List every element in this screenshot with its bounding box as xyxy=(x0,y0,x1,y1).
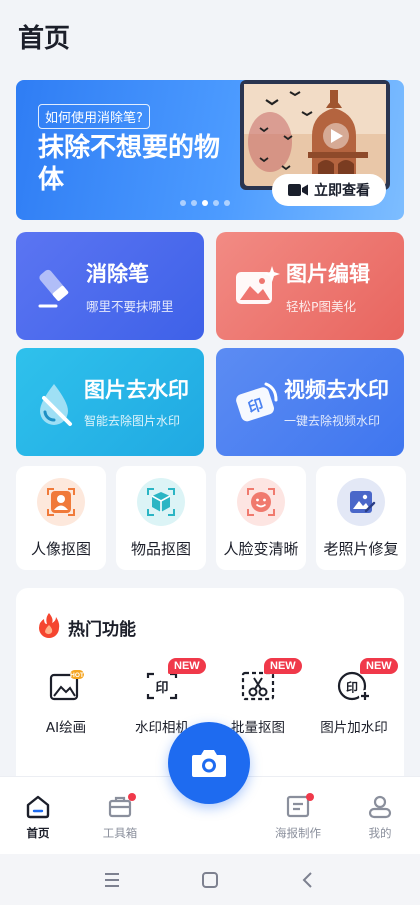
new-badge: NEW xyxy=(264,658,302,674)
new-badge: NEW xyxy=(360,658,398,674)
promo-banner[interactable]: 如何使用消除笔? 抹除不想要的物体 立即查看 xyxy=(16,80,404,220)
new-badge: NEW xyxy=(168,658,206,674)
card-subtitle: 哪里不要抹哪里 xyxy=(86,299,174,314)
banner-tag: 如何使用消除笔? xyxy=(38,104,150,129)
hot-item-label: 图片加水印 xyxy=(320,720,388,736)
photo-restore-icon xyxy=(337,478,385,526)
carousel-dot xyxy=(191,200,197,206)
feature-card-image-edit[interactable]: 图片编辑 轻松P图美化 xyxy=(216,232,404,340)
tool-portrait-cutout[interactable]: 人像抠图 xyxy=(16,466,106,570)
tool-object-cutout[interactable]: 物品抠图 xyxy=(116,466,206,570)
video-watermark-remove-icon: 印 xyxy=(236,382,278,422)
view-now-label: 立即查看 xyxy=(314,183,370,199)
svg-text:HOT: HOT xyxy=(70,672,84,679)
ai-painting-icon: HOT xyxy=(49,670,84,701)
hot-item-label: AI绘画 xyxy=(45,720,87,736)
carousel-dot-active xyxy=(202,200,208,206)
nav-toolbox[interactable]: 工具箱 xyxy=(90,793,150,849)
home-button-icon[interactable] xyxy=(199,869,221,891)
card-title: 图片去水印 xyxy=(84,378,189,402)
tool-label: 物品抠图 xyxy=(130,540,191,558)
carousel-dot xyxy=(224,200,230,206)
feature-card-video-watermark-removal[interactable]: 印 视频去水印 一键去除视频水印 xyxy=(216,348,404,456)
svg-text:印: 印 xyxy=(155,681,168,696)
tool-label: 人脸变清晰 xyxy=(223,540,299,558)
page-title: 首页 xyxy=(18,24,71,54)
system-nav-bar xyxy=(0,854,420,905)
menu-icon[interactable] xyxy=(101,869,123,891)
eraser-pen-icon xyxy=(38,269,69,308)
card-title: 图片编辑 xyxy=(286,262,370,286)
hot-item-add-watermark[interactable]: 印 NEW 图片加水印 xyxy=(308,658,400,742)
nav-label: 首页 xyxy=(26,826,50,840)
view-now-button[interactable]: 立即查看 xyxy=(272,174,386,206)
nav-label: 海报制作 xyxy=(275,826,321,840)
camera-button[interactable] xyxy=(168,722,250,804)
card-subtitle: 轻松P图美化 xyxy=(286,299,357,314)
nav-profile[interactable]: 我的 xyxy=(350,793,410,849)
object-cutout-icon xyxy=(137,478,185,526)
card-subtitle: 智能去除图片水印 xyxy=(84,414,181,428)
tool-face-enhance[interactable]: 人脸变清晰 xyxy=(216,466,306,570)
card-title: 视频去水印 xyxy=(284,378,389,402)
video-icon xyxy=(288,184,308,196)
camera-icon xyxy=(192,750,226,777)
back-icon[interactable] xyxy=(297,869,319,891)
notification-dot xyxy=(128,793,136,801)
nav-home[interactable]: 首页 xyxy=(8,793,68,849)
tool-photo-restore[interactable]: 老照片修复 xyxy=(316,466,406,570)
card-title: 消除笔 xyxy=(86,262,149,286)
flame-icon xyxy=(39,613,60,638)
nav-label: 工具箱 xyxy=(102,826,138,840)
feature-card-image-watermark-removal[interactable]: 图片去水印 智能去除图片水印 xyxy=(16,348,204,456)
svg-text:印: 印 xyxy=(346,681,358,695)
home-icon xyxy=(26,795,50,819)
hot-item-ai-painting[interactable]: HOT AI绘画 xyxy=(20,662,112,742)
carousel-dot xyxy=(213,200,219,206)
face-enhance-icon xyxy=(237,478,285,526)
hot-section-title: 热门功能 xyxy=(68,620,136,640)
image-watermark-remove-icon xyxy=(40,384,72,426)
tool-label: 老照片修复 xyxy=(323,540,399,558)
nav-poster[interactable]: 海报制作 xyxy=(268,793,328,849)
nav-label: 我的 xyxy=(368,826,392,840)
carousel-indicator xyxy=(180,200,230,206)
tool-label: 人像抠图 xyxy=(30,540,91,558)
card-subtitle: 一键去除视频水印 xyxy=(284,414,381,428)
notification-dot xyxy=(306,793,314,801)
carousel-dot xyxy=(180,200,186,206)
feature-card-eraser-pen[interactable]: 消除笔 哪里不要抹哪里 xyxy=(16,232,204,340)
banner-headline: 抹除不想要的物体 xyxy=(38,133,221,195)
profile-icon xyxy=(368,795,392,819)
image-edit-icon xyxy=(236,266,280,304)
portrait-cutout-icon xyxy=(37,478,85,526)
